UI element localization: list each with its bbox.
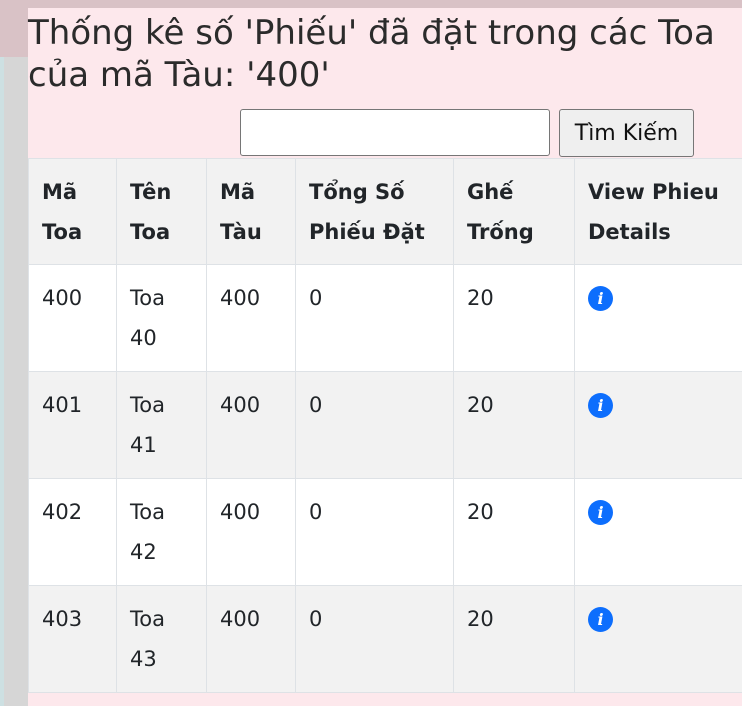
cell-ma-tau: 400 [206,371,296,479]
left-edge-top [0,8,28,57]
cell-tong-so-phieu: 0 [295,478,454,586]
cell-tong-so-phieu: 0 [295,264,454,372]
table-header-row: Mã Toa Tên Toa Mã Tàu Tổng Số Phiếu Đặt … [28,158,742,265]
window-top-strip [0,0,742,8]
cell-ghe-trong: 20 [453,478,575,586]
cell-ten-toa: Toa 43 [116,585,207,693]
search-button[interactable]: Tìm Kiếm [559,109,694,157]
cell-ghe-trong: 20 [453,585,575,693]
cell-ma-toa: 403 [28,585,117,693]
header-ten-toa: Tên Toa [116,158,207,265]
info-icon[interactable]: i [588,607,613,632]
info-icon[interactable]: i [588,393,613,418]
header-view-details: View Phieu Details [574,158,742,265]
cell-ma-toa: 402 [28,478,117,586]
table-row: 400 Toa 40 400 0 20 i [28,264,742,372]
main-content: Thống kê số 'Phiếu' đã đặt trong các Toa… [28,8,742,706]
header-tong-so-phieu: Tổng Số Phiếu Đặt [295,158,454,265]
cell-ghe-trong: 20 [453,264,575,372]
cell-view-details: i [574,478,742,586]
info-icon[interactable]: i [588,286,613,311]
header-ma-toa: Mã Toa [28,158,117,265]
table-row: 401 Toa 41 400 0 20 i [28,371,742,479]
cell-view-details: i [574,585,742,693]
table-row: 402 Toa 42 400 0 20 i [28,478,742,586]
cell-ma-toa: 401 [28,371,117,479]
search-input[interactable] [240,109,550,156]
info-icon[interactable]: i [588,500,613,525]
cell-ma-tau: 400 [206,264,296,372]
cell-ma-toa: 400 [28,264,117,372]
cell-ten-toa: Toa 40 [116,264,207,372]
left-edge-inner [0,57,4,706]
header-ma-tau: Mã Tàu [206,158,296,265]
left-edge [0,57,28,706]
cell-tong-so-phieu: 0 [295,371,454,479]
cell-ma-tau: 400 [206,585,296,693]
page-title: Thống kê số 'Phiếu' đã đặt trong các Toa… [28,13,715,95]
header-ghe-trong: Ghế Trống [453,158,575,265]
cell-tong-so-phieu: 0 [295,585,454,693]
cell-view-details: i [574,264,742,372]
table-row: 403 Toa 43 400 0 20 i [28,585,742,693]
toa-table: Mã Toa Tên Toa Mã Tàu Tổng Số Phiếu Đặt … [28,158,742,693]
cell-ghe-trong: 20 [453,371,575,479]
cell-ten-toa: Toa 41 [116,371,207,479]
cell-view-details: i [574,371,742,479]
cell-ma-tau: 400 [206,478,296,586]
cell-ten-toa: Toa 42 [116,478,207,586]
